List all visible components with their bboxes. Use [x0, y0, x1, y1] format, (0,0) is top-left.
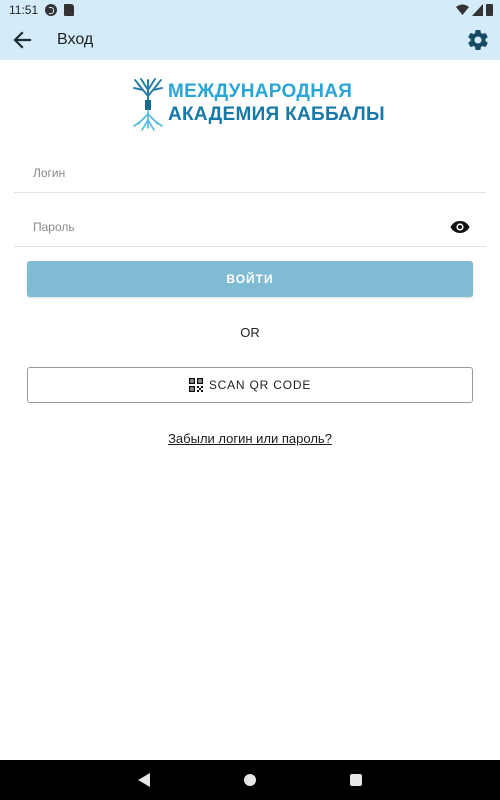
sd-card-icon: [64, 4, 74, 16]
system-nav-bar: [0, 760, 500, 800]
password-field-container: [14, 207, 486, 247]
app-header: 11:51 Вход: [0, 0, 500, 60]
forgot-credentials-container: Забыли логин или пароль?: [0, 431, 500, 446]
login-button[interactable]: ВОЙТИ: [27, 261, 473, 297]
triangle-back-icon[interactable]: [137, 772, 151, 788]
status-time: 11:51: [9, 3, 39, 17]
wifi-icon: [456, 4, 469, 15]
square-recents-icon[interactable]: [350, 774, 362, 786]
gear-icon[interactable]: [466, 28, 490, 52]
notification-icon: [45, 4, 57, 16]
signal-icon: [472, 4, 483, 16]
eye-icon[interactable]: [450, 219, 470, 235]
circle-home-icon[interactable]: [244, 774, 256, 786]
scan-qr-label: SCAN QR CODE: [208, 378, 312, 392]
logo-text-line1: МЕЖДУНАРОДНАЯ: [168, 81, 353, 102]
page-title: Вход: [57, 31, 94, 48]
scan-qr-button[interactable]: SCAN QR CODE: [27, 367, 473, 403]
academy-logo: МЕЖДУНАРОДНАЯ АКАДЕМИЯ КАББАЛЫ: [130, 76, 385, 132]
forgot-credentials-link[interactable]: Забыли логин или пароль?: [168, 431, 332, 446]
status-bar: 11:51: [0, 0, 500, 20]
or-separator: OR: [240, 325, 260, 340]
password-input[interactable]: [14, 207, 486, 246]
logo-text-line2: АКАДЕМИЯ КАББАЛЫ: [168, 104, 385, 125]
qr-code-icon: [188, 378, 203, 392]
login-field-container: [14, 153, 486, 193]
battery-icon: [486, 4, 493, 16]
arrow-left-icon[interactable]: [10, 28, 36, 52]
login-input[interactable]: [14, 153, 486, 192]
tree-icon: [133, 78, 163, 131]
